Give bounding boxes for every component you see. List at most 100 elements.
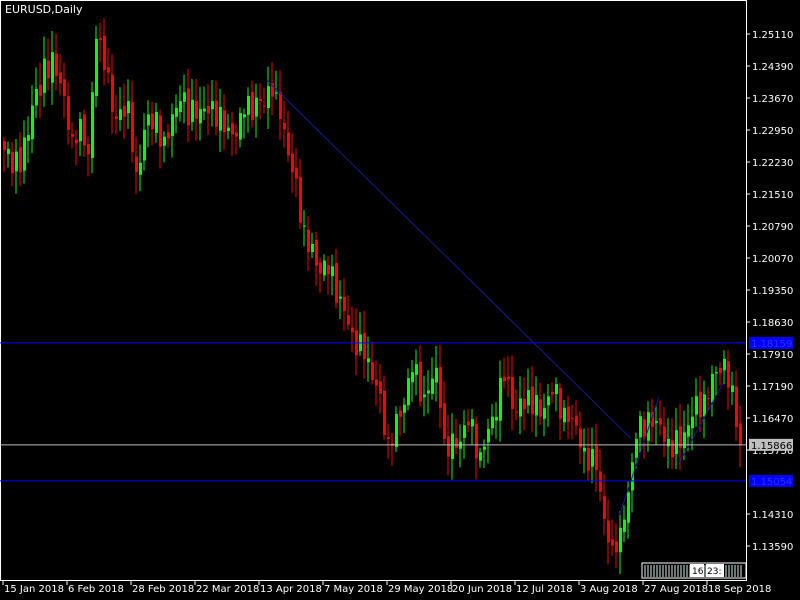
candle-body	[427, 390, 430, 394]
time-tick-label: 7 May 2018	[324, 584, 383, 595]
time-tick-label: 29 May 2018	[388, 584, 453, 595]
candle-body	[339, 296, 342, 299]
time-tick-label: 20 Jun 2018	[452, 584, 512, 595]
candle-body	[139, 162, 142, 175]
candle-body	[639, 416, 642, 438]
candle-body	[635, 438, 638, 458]
candle-body	[199, 109, 202, 124]
candle-body	[415, 364, 418, 375]
scroll-box-label: 23:	[707, 567, 721, 577]
candle-body	[183, 92, 186, 102]
candle-body	[251, 92, 254, 120]
candle-body	[675, 430, 678, 455]
candle-body	[83, 114, 86, 146]
candle-body	[463, 425, 466, 438]
candle-body	[35, 88, 38, 106]
candle-body	[703, 394, 706, 417]
candle-body	[479, 452, 482, 461]
candlestick-chart[interactable]: 1.25110 1.24390 1.23670 1.22950 1.22230 1.215…	[0, 0, 800, 600]
price-tick-label: 1.18630	[752, 318, 793, 329]
candle-body	[739, 423, 742, 445]
candle-body	[143, 129, 146, 161]
candle-body	[555, 384, 558, 395]
candle-body	[451, 433, 454, 460]
candle-body	[247, 95, 250, 115]
candle-body	[55, 53, 58, 76]
candle-body	[431, 378, 434, 394]
candle-body	[371, 362, 374, 380]
candle-body	[227, 127, 230, 131]
candle-body	[155, 111, 158, 133]
candle-body	[735, 386, 738, 428]
candle-body	[655, 421, 658, 423]
price-tick-label: 1.22950	[752, 126, 793, 137]
candle-body	[331, 266, 334, 277]
candle-body	[59, 72, 62, 84]
candle-body	[523, 399, 526, 410]
candle-body	[295, 167, 298, 179]
candle-body	[723, 358, 726, 371]
candle-body	[475, 423, 478, 459]
candle-body	[343, 296, 346, 312]
candle-body	[411, 372, 414, 383]
time-tick-label: 13 Apr 2018	[260, 584, 322, 595]
candle-body	[223, 110, 226, 133]
candle-body	[191, 99, 194, 122]
time-tick-label: 28 Feb 2018	[132, 584, 194, 595]
price-tick-label: 1.25110	[752, 30, 793, 41]
price-badge-label: 1.15866	[751, 441, 792, 452]
price-tick-label: 1.20790	[752, 222, 793, 233]
candle-body	[691, 416, 694, 429]
candle-body	[435, 367, 438, 383]
candle-body	[243, 114, 246, 118]
candle-body	[175, 107, 178, 117]
price-tick-label: 1.21510	[752, 190, 793, 201]
candle-body	[395, 413, 398, 447]
candle-body	[591, 449, 594, 467]
candle-body	[423, 394, 426, 398]
candle-body	[163, 136, 166, 146]
candle-body	[291, 153, 294, 173]
candle-body	[727, 361, 730, 388]
candle-body	[79, 118, 82, 142]
candle-body	[487, 428, 490, 443]
candle-body	[287, 132, 290, 156]
candle-body	[379, 381, 382, 394]
price-badge-label: 1.18159	[751, 339, 792, 350]
candle-body	[563, 407, 566, 423]
candle-body	[623, 519, 626, 532]
candle-body	[235, 132, 238, 137]
candle-body	[219, 106, 222, 131]
candle-body	[663, 426, 666, 442]
price-tick-label: 1.16470	[752, 414, 793, 425]
candle-body	[387, 437, 390, 439]
candle-body	[595, 445, 598, 470]
trend-line	[618, 396, 660, 517]
candle-body	[315, 239, 318, 266]
candle-body	[63, 79, 66, 96]
candle-body	[399, 410, 402, 417]
candle-body	[367, 358, 370, 363]
candle-body	[551, 392, 554, 395]
time-tick-label: 6 Feb 2018	[68, 584, 124, 595]
candle-body	[15, 151, 18, 172]
candle-body	[103, 35, 106, 70]
candle-body	[535, 395, 538, 416]
candle-body	[335, 263, 338, 303]
candle-body	[507, 376, 510, 380]
candle-body	[715, 372, 718, 374]
candle-body	[91, 92, 94, 158]
candle-body	[71, 134, 74, 137]
candle-body	[643, 419, 646, 437]
candle-body	[539, 399, 542, 417]
candle-body	[611, 539, 614, 546]
candle-body	[603, 496, 606, 519]
candle-body	[131, 101, 134, 153]
candle-body	[699, 391, 702, 418]
candle-body	[511, 376, 514, 409]
candle-body	[515, 411, 518, 413]
price-badge-label: 1.15054	[751, 477, 792, 488]
candle-body	[111, 74, 114, 112]
candle-body	[439, 367, 442, 408]
candle-body	[587, 447, 590, 471]
